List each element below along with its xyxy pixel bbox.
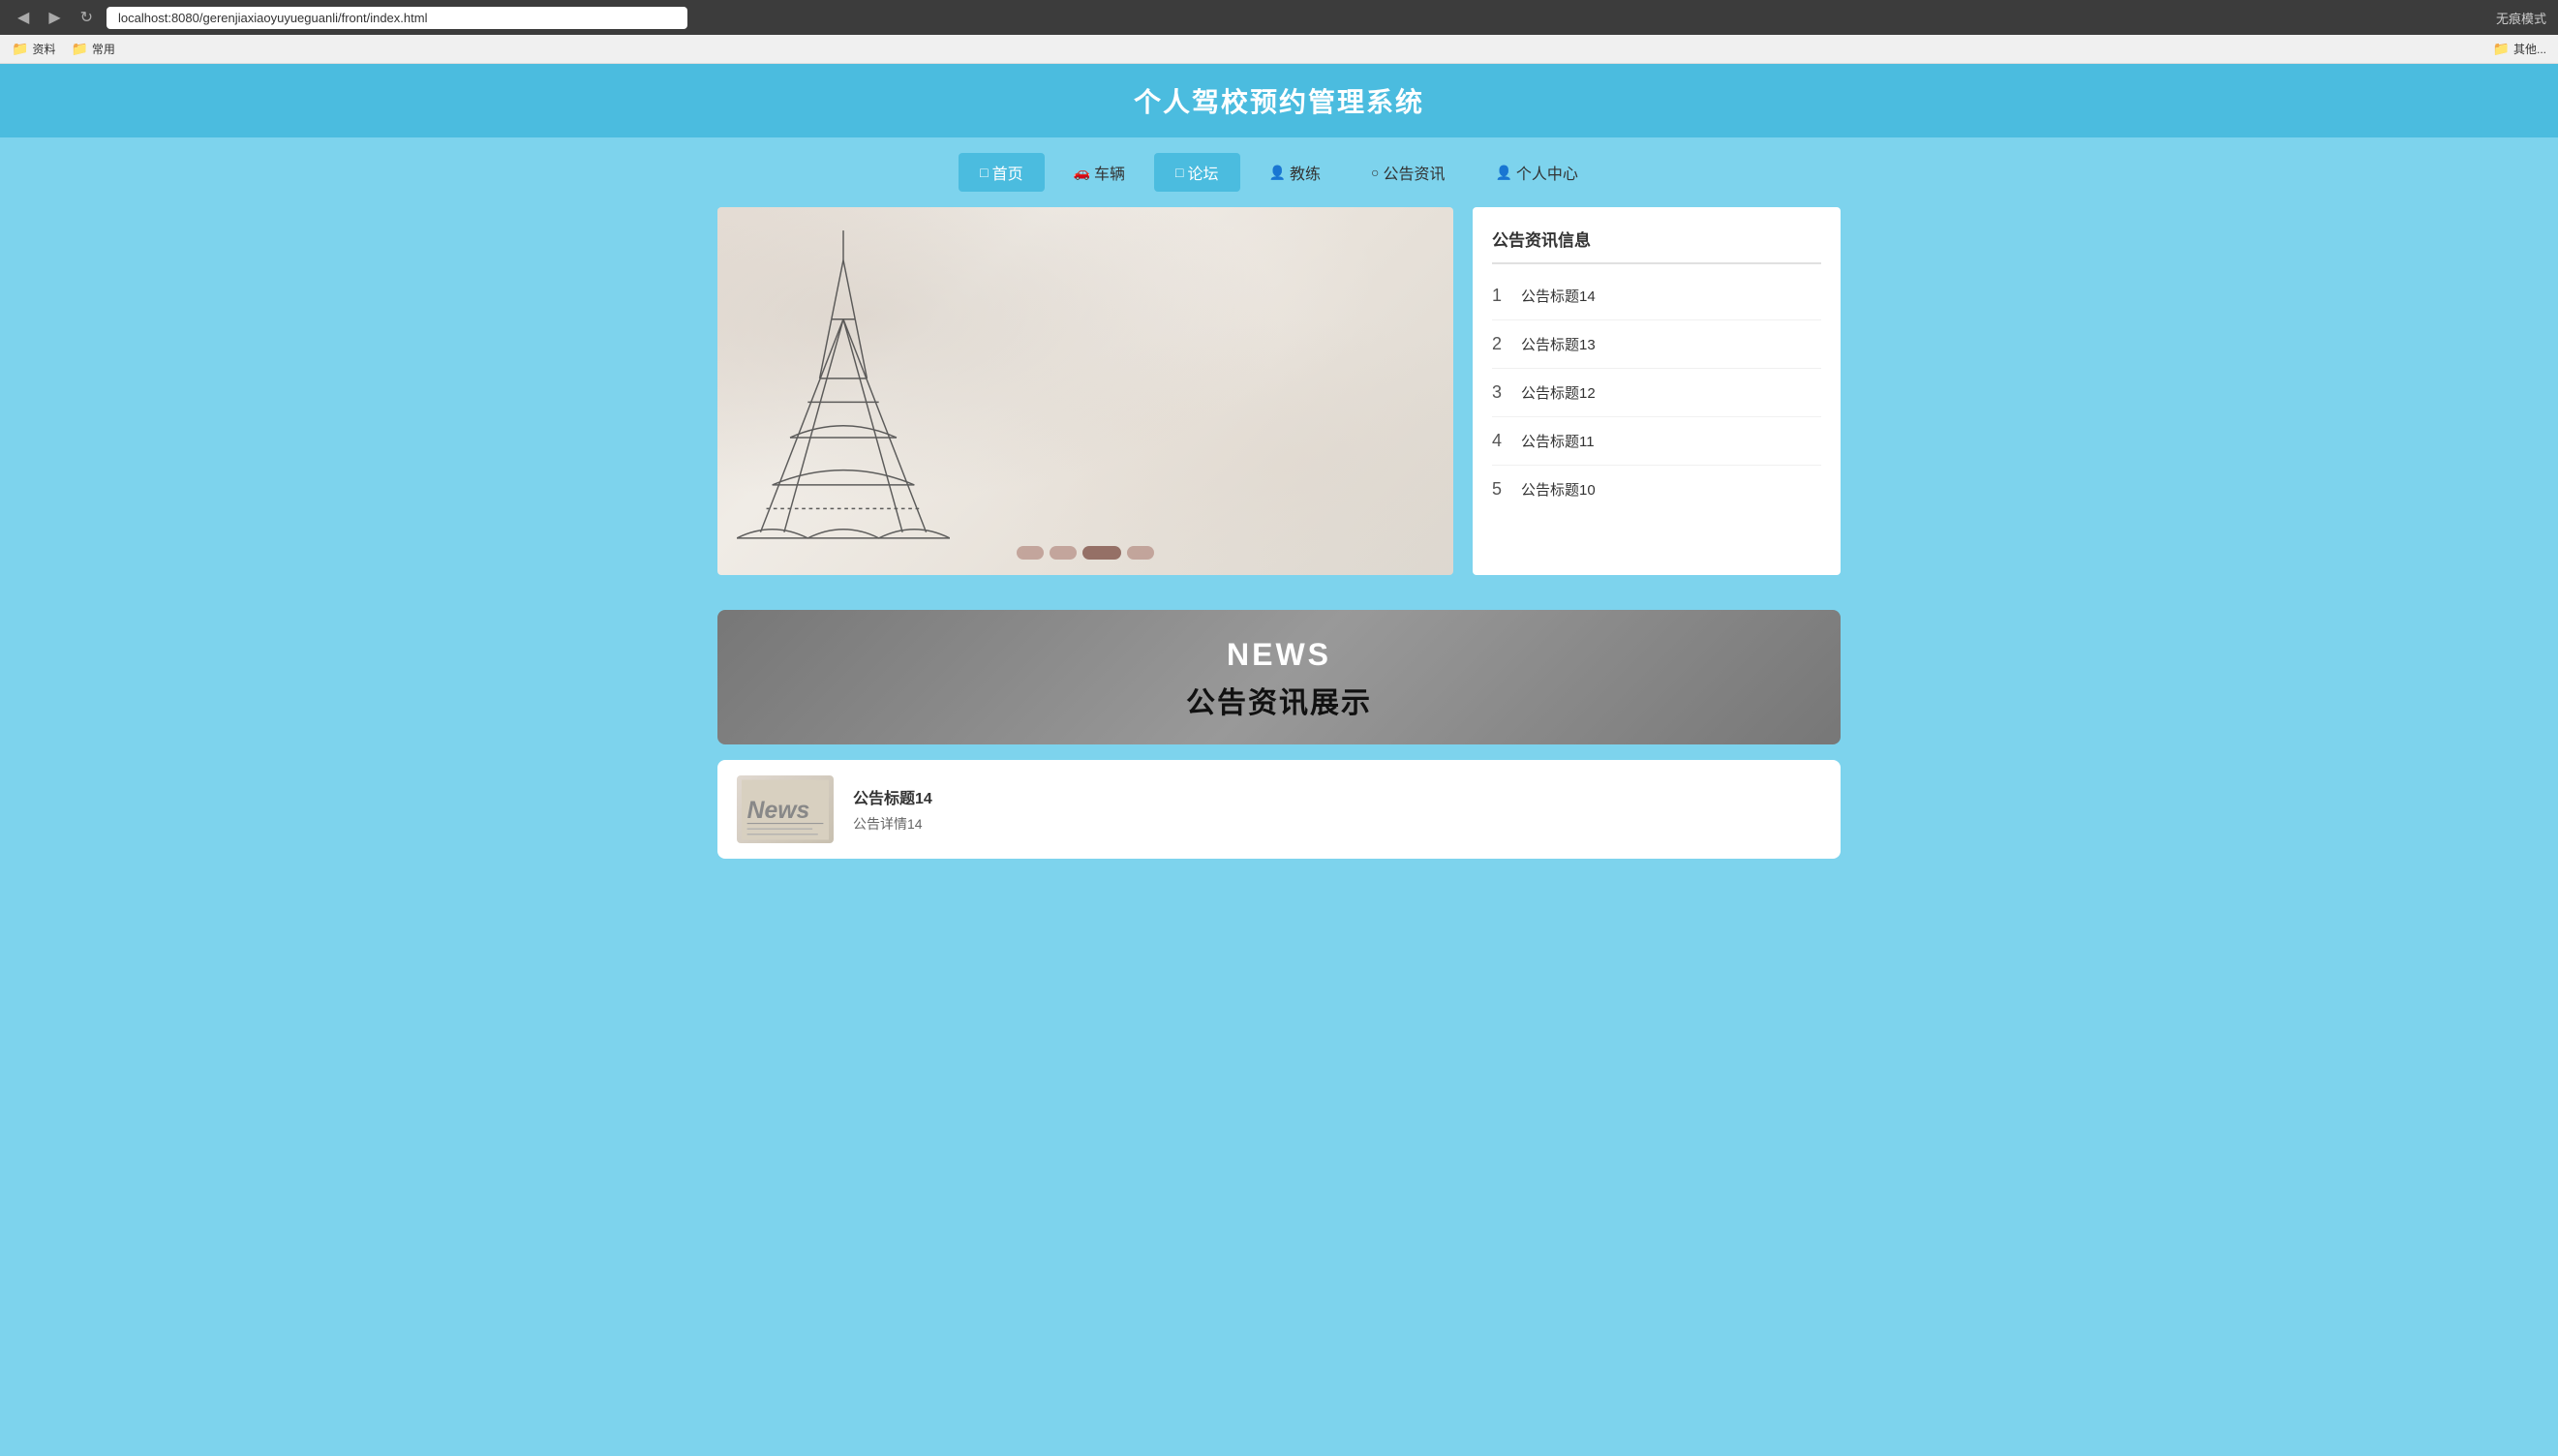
announcement-text: 公告标题11 xyxy=(1521,431,1595,451)
announcement-number: 5 xyxy=(1492,479,1521,500)
home-icon: □ xyxy=(980,165,988,180)
page-wrapper: 个人驾校预约管理系统 □ 首页 🚗 车辆 □ 论坛 👤 教练 ○ 公告资讯 👤 … xyxy=(0,64,2558,1456)
main-content: 公告资讯信息 1 公告标题14 2 公告标题13 3 公告标题12 4 公告标题… xyxy=(698,207,1860,594)
announcement-text: 公告标题14 xyxy=(1521,286,1596,306)
news-sketch-icon: News xyxy=(742,778,829,841)
announcement-text: 公告标题12 xyxy=(1521,382,1596,403)
carousel-container xyxy=(717,207,1453,575)
news-list: News 公告标题14 公告详情14 xyxy=(698,760,1860,859)
news-banner-zh: 公告资讯展示 xyxy=(717,679,1841,721)
indicator-dot-4[interactable] xyxy=(1127,546,1154,560)
bookmarks-bar: 📁 资料 📁 常用 📁 其他... xyxy=(0,35,2558,64)
announcement-number: 4 xyxy=(1492,431,1521,451)
announcement-item-2[interactable]: 2 公告标题13 xyxy=(1492,320,1821,369)
eiffel-sketch xyxy=(737,225,950,556)
news-icon: ○ xyxy=(1371,165,1379,180)
news-item-title: 公告标题14 xyxy=(853,785,1821,808)
nav-instructor[interactable]: 👤 教练 xyxy=(1248,153,1342,192)
announcement-item-1[interactable]: 1 公告标题14 xyxy=(1492,272,1821,320)
folder-icon: 📁 xyxy=(12,41,28,57)
announcement-text: 公告标题13 xyxy=(1521,334,1596,354)
forum-icon: □ xyxy=(1175,165,1183,180)
site-title: 个人驾校预约管理系统 xyxy=(0,81,2558,120)
bookmark-label: 常用 xyxy=(92,41,115,57)
news-item-1: News 公告标题14 公告详情14 xyxy=(717,760,1841,859)
bookmark-label: 其他... xyxy=(2513,41,2546,57)
folder-icon: 📁 xyxy=(2493,41,2510,57)
bookmark-item[interactable]: 📁 其他... xyxy=(2493,41,2546,57)
nav-instructor-label: 教练 xyxy=(1290,161,1321,184)
browser-mode-label: 无痕模式 xyxy=(2496,9,2546,27)
browser-chrome: ◀ ▶ ↻ localhost:8080/gerenjiaxiaoyuyuegu… xyxy=(0,0,2558,35)
announcement-number: 2 xyxy=(1492,334,1521,354)
bookmark-item[interactable]: 📁 常用 xyxy=(71,41,114,57)
news-item-image: News xyxy=(737,775,834,843)
instructor-icon: 👤 xyxy=(1269,165,1286,181)
announcement-number: 3 xyxy=(1492,382,1521,403)
nav-news-label: 公告资讯 xyxy=(1383,161,1445,184)
announcement-item-3[interactable]: 3 公告标题12 xyxy=(1492,369,1821,417)
indicator-dot-1[interactable] xyxy=(1017,546,1044,560)
announcements-panel: 公告资讯信息 1 公告标题14 2 公告标题13 3 公告标题12 4 公告标题… xyxy=(1473,207,1841,575)
bookmark-label: 资料 xyxy=(32,41,55,57)
announcement-text: 公告标题10 xyxy=(1521,479,1596,500)
news-item-desc: 公告详情14 xyxy=(853,814,1821,834)
address-bar[interactable]: localhost:8080/gerenjiaxiaoyuyueguanli/f… xyxy=(107,7,687,29)
announcements-title: 公告资讯信息 xyxy=(1492,227,1821,264)
nav-home[interactable]: □ 首页 xyxy=(959,153,1044,192)
news-banner: NEWS 公告资讯展示 xyxy=(717,610,1841,744)
nav-bar: □ 首页 🚗 车辆 □ 论坛 👤 教练 ○ 公告资讯 👤 个人中心 xyxy=(0,137,2558,207)
nav-vehicle-label: 车辆 xyxy=(1094,161,1125,184)
nav-forum[interactable]: □ 论坛 xyxy=(1154,153,1239,192)
nav-news[interactable]: ○ 公告资讯 xyxy=(1350,153,1466,192)
news-item-content: 公告标题14 公告详情14 xyxy=(853,785,1821,834)
announcement-item-5[interactable]: 5 公告标题10 xyxy=(1492,466,1821,513)
forward-button[interactable]: ▶ xyxy=(43,6,66,29)
indicator-dot-3[interactable] xyxy=(1082,546,1121,560)
announcement-number: 1 xyxy=(1492,286,1521,306)
announcement-item-4[interactable]: 4 公告标题11 xyxy=(1492,417,1821,466)
back-button[interactable]: ◀ xyxy=(12,6,35,29)
nav-home-label: 首页 xyxy=(992,161,1023,184)
news-section: NEWS 公告资讯展示 xyxy=(698,610,1860,744)
svg-text:News: News xyxy=(747,797,810,823)
carousel-image xyxy=(717,207,1453,575)
folder-icon: 📁 xyxy=(71,41,87,57)
refresh-button[interactable]: ↻ xyxy=(75,6,99,29)
bookmark-item[interactable]: 📁 资料 xyxy=(12,41,55,57)
carousel-indicators xyxy=(1017,546,1154,560)
vehicle-icon: 🚗 xyxy=(1074,165,1090,181)
profile-icon: 👤 xyxy=(1495,165,1511,181)
nav-forum-label: 论坛 xyxy=(1188,161,1219,184)
indicator-dot-2[interactable] xyxy=(1050,546,1077,560)
site-header: 个人驾校预约管理系统 xyxy=(0,64,2558,137)
news-banner-en: NEWS xyxy=(717,637,1841,673)
nav-vehicle[interactable]: 🚗 车辆 xyxy=(1052,153,1146,192)
nav-profile-label: 个人中心 xyxy=(1516,161,1578,184)
nav-profile[interactable]: 👤 个人中心 xyxy=(1474,153,1599,192)
